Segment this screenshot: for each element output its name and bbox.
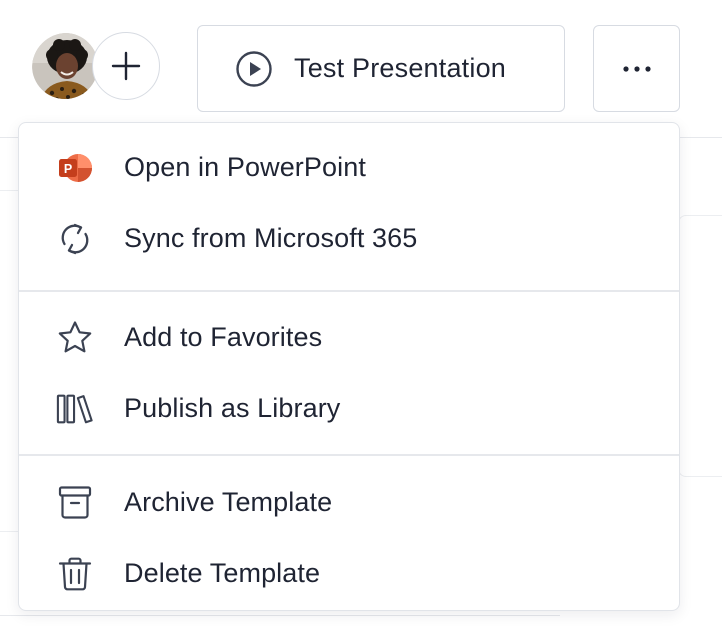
menu-item-label: Archive Template xyxy=(124,487,333,517)
menu-item-label: Publish as Library xyxy=(124,393,341,423)
menu-group-manage: Archive Template Delete Template xyxy=(19,456,679,614)
svg-text:P: P xyxy=(64,162,72,176)
test-presentation-label: Test Presentation xyxy=(294,53,507,83)
trash-icon xyxy=(56,555,94,593)
menu-item-sync-from-microsoft-365[interactable]: Sync from Microsoft 365 xyxy=(19,203,679,274)
more-horizontal-icon xyxy=(622,65,651,72)
menu-item-publish-as-library[interactable]: Publish as Library xyxy=(19,373,679,444)
more-options-menu: P Open in PowerPoint Sync from Microsoft… xyxy=(18,122,680,611)
library-icon xyxy=(56,390,94,428)
avatar-image xyxy=(32,33,98,99)
sync-icon xyxy=(56,220,94,258)
background-panel-bottom xyxy=(0,615,560,630)
star-icon xyxy=(56,319,94,357)
menu-item-label: Add to Favorites xyxy=(124,322,323,352)
menu-item-label: Open in PowerPoint xyxy=(124,152,366,182)
background-panel-left xyxy=(0,190,18,532)
menu-item-add-to-favorites[interactable]: Add to Favorites xyxy=(19,302,679,373)
more-options-button[interactable] xyxy=(593,25,680,112)
app-window: Test Presentation P Open in PowerPoint S… xyxy=(0,0,722,630)
menu-item-open-in-powerpoint[interactable]: P Open in PowerPoint xyxy=(19,132,679,203)
menu-group-open: P Open in PowerPoint Sync from Microsoft… xyxy=(19,123,679,290)
avatar[interactable] xyxy=(30,31,100,101)
menu-item-archive-template[interactable]: Archive Template xyxy=(19,467,679,538)
add-collaborator-button[interactable] xyxy=(92,32,160,100)
menu-item-label: Delete Template xyxy=(124,558,321,588)
powerpoint-icon: P xyxy=(56,149,94,187)
menu-group-share: Add to Favorites Publish as Library xyxy=(19,292,679,454)
play-circle-icon xyxy=(236,50,272,87)
menu-item-delete-template[interactable]: Delete Template xyxy=(19,538,679,609)
plus-icon xyxy=(111,51,141,81)
test-presentation-button[interactable]: Test Presentation xyxy=(197,25,565,112)
archive-icon xyxy=(56,484,94,522)
background-panel-right xyxy=(678,215,722,477)
menu-item-label: Sync from Microsoft 365 xyxy=(124,223,418,253)
